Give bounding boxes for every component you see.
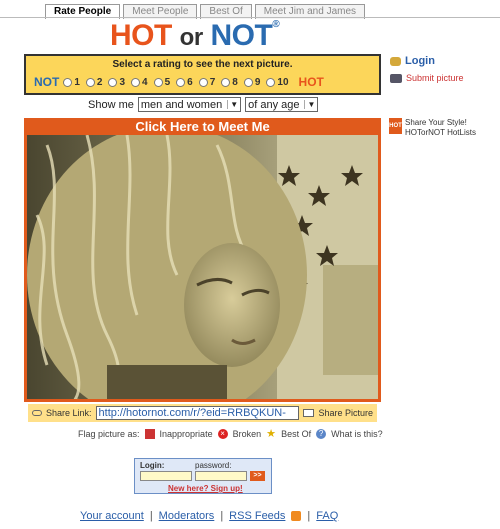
meet-me-banner[interactable]: Click Here to Meet Me: [24, 118, 381, 135]
rating-option-5[interactable]: 5: [153, 77, 170, 88]
age-select[interactable]: of any age ▼: [245, 97, 319, 112]
rating-option-1[interactable]: 1: [63, 77, 80, 88]
radio-icon[interactable]: [108, 77, 118, 87]
share-style-text: Share Your Style! HOTorNOT HotLists: [405, 118, 476, 137]
rating-panel: Select a rating to see the next picture.…: [24, 54, 381, 95]
rating-option-10[interactable]: 10: [266, 77, 289, 88]
radio-icon[interactable]: [131, 77, 141, 87]
envelope-icon: [303, 409, 315, 417]
share-url-field[interactable]: http://hotornot.com/r/?eid=RRBQKUN-: [95, 406, 300, 420]
footer-moderators[interactable]: Moderators: [159, 510, 215, 522]
logo-registered-mark: ®: [272, 19, 280, 30]
share-style-link[interactable]: HOT Share Your Style! HOTorNOT HotLists: [389, 118, 476, 138]
chevron-down-icon: ▼: [304, 100, 315, 109]
flag-broken[interactable]: Broken: [233, 429, 262, 439]
radio-icon[interactable]: [63, 77, 73, 87]
link-icon: [32, 410, 42, 416]
flag-row: Flag picture as: Inappropriate × Broken …: [78, 429, 383, 440]
flag-best-of[interactable]: Best Of: [281, 429, 311, 439]
share-link-label: Share Link:: [46, 408, 92, 418]
rating-option-8[interactable]: 8: [221, 77, 238, 88]
login-labels: Login: password:: [140, 461, 271, 470]
filter-bar: Show me men and women ▼ of any age ▼: [88, 97, 319, 112]
filter-label: Show me: [88, 98, 134, 111]
password-input[interactable]: [195, 471, 247, 481]
footer-separator: |: [220, 510, 224, 522]
footer-separator: |: [307, 510, 311, 522]
tab-divider: [0, 17, 500, 18]
site-logo[interactable]: HOT or NOT®: [110, 19, 280, 53]
hot-badge-icon: HOT: [389, 118, 402, 134]
star-icon[interactable]: ★: [266, 429, 276, 440]
rating-option-6[interactable]: 6: [176, 77, 193, 88]
question-icon[interactable]: ?: [316, 429, 327, 439]
flag-label: Flag picture as:: [78, 429, 140, 439]
radio-icon[interactable]: [243, 77, 253, 87]
logo-or: or: [179, 24, 204, 51]
login-link[interactable]: Login: [390, 55, 435, 67]
radio-icon[interactable]: [85, 77, 95, 87]
rating-option-4[interactable]: 4: [131, 77, 148, 88]
key-icon: [390, 56, 401, 66]
rss-icon[interactable]: [291, 511, 302, 521]
camera-icon: [390, 73, 402, 83]
login-input[interactable]: [140, 471, 192, 481]
submit-picture-label: Submit picture: [406, 73, 464, 83]
password-label: password:: [195, 461, 232, 470]
flag-what-is-this[interactable]: What is this?: [331, 429, 383, 439]
rating-option-3[interactable]: 3: [108, 77, 125, 88]
rating-instruction: Select a rating to see the next picture.: [112, 59, 293, 70]
radio-icon[interactable]: [266, 77, 276, 87]
footer-faq[interactable]: FAQ: [316, 510, 338, 522]
rating-option-2[interactable]: 2: [85, 77, 102, 88]
login-submit-button[interactable]: >>: [250, 471, 265, 481]
logo-hot: HOT: [110, 19, 172, 52]
radio-icon[interactable]: [198, 77, 208, 87]
login-link-label: Login: [405, 55, 435, 67]
thumbs-down-icon[interactable]: [144, 429, 155, 439]
footer-rss-feeds[interactable]: RSS Feeds: [229, 510, 285, 522]
footer-your-account[interactable]: Your account: [80, 510, 144, 522]
login-label: Login:: [140, 461, 165, 470]
rating-row: NOT 1 2 3 4 5 6 7 8 9 10 HOT: [34, 75, 379, 89]
share-bar: Share Link: http://hotornot.com/r/?eid=R…: [28, 404, 377, 422]
logo-not: NOT: [210, 19, 273, 52]
radio-icon[interactable]: [221, 77, 231, 87]
footer-separator: |: [149, 510, 153, 522]
chevron-down-icon: ▼: [227, 100, 238, 109]
rating-option-9[interactable]: 9: [243, 77, 260, 88]
flag-inappropriate[interactable]: Inappropriate: [160, 429, 213, 439]
gender-select[interactable]: men and women ▼: [137, 97, 242, 112]
rating-option-7[interactable]: 7: [198, 77, 215, 88]
submit-picture-link[interactable]: Submit picture: [390, 73, 464, 83]
rating-hot-label: HOT: [298, 75, 324, 89]
broken-x-icon[interactable]: ×: [217, 429, 228, 439]
photo-illustration: [27, 135, 378, 399]
radio-icon[interactable]: [176, 77, 186, 87]
profile-photo[interactable]: [24, 135, 381, 402]
share-picture-link[interactable]: Share Picture: [318, 408, 373, 418]
radio-icon[interactable]: [153, 77, 163, 87]
login-box: Login: password: >> New here? Sign up!: [134, 458, 272, 494]
footer: Your account | Moderators | RSS Feeds | …: [80, 510, 338, 522]
signup-link[interactable]: New here? Sign up!: [168, 484, 243, 493]
rating-not-label: NOT: [34, 75, 60, 89]
login-inputs: >>: [140, 471, 271, 481]
